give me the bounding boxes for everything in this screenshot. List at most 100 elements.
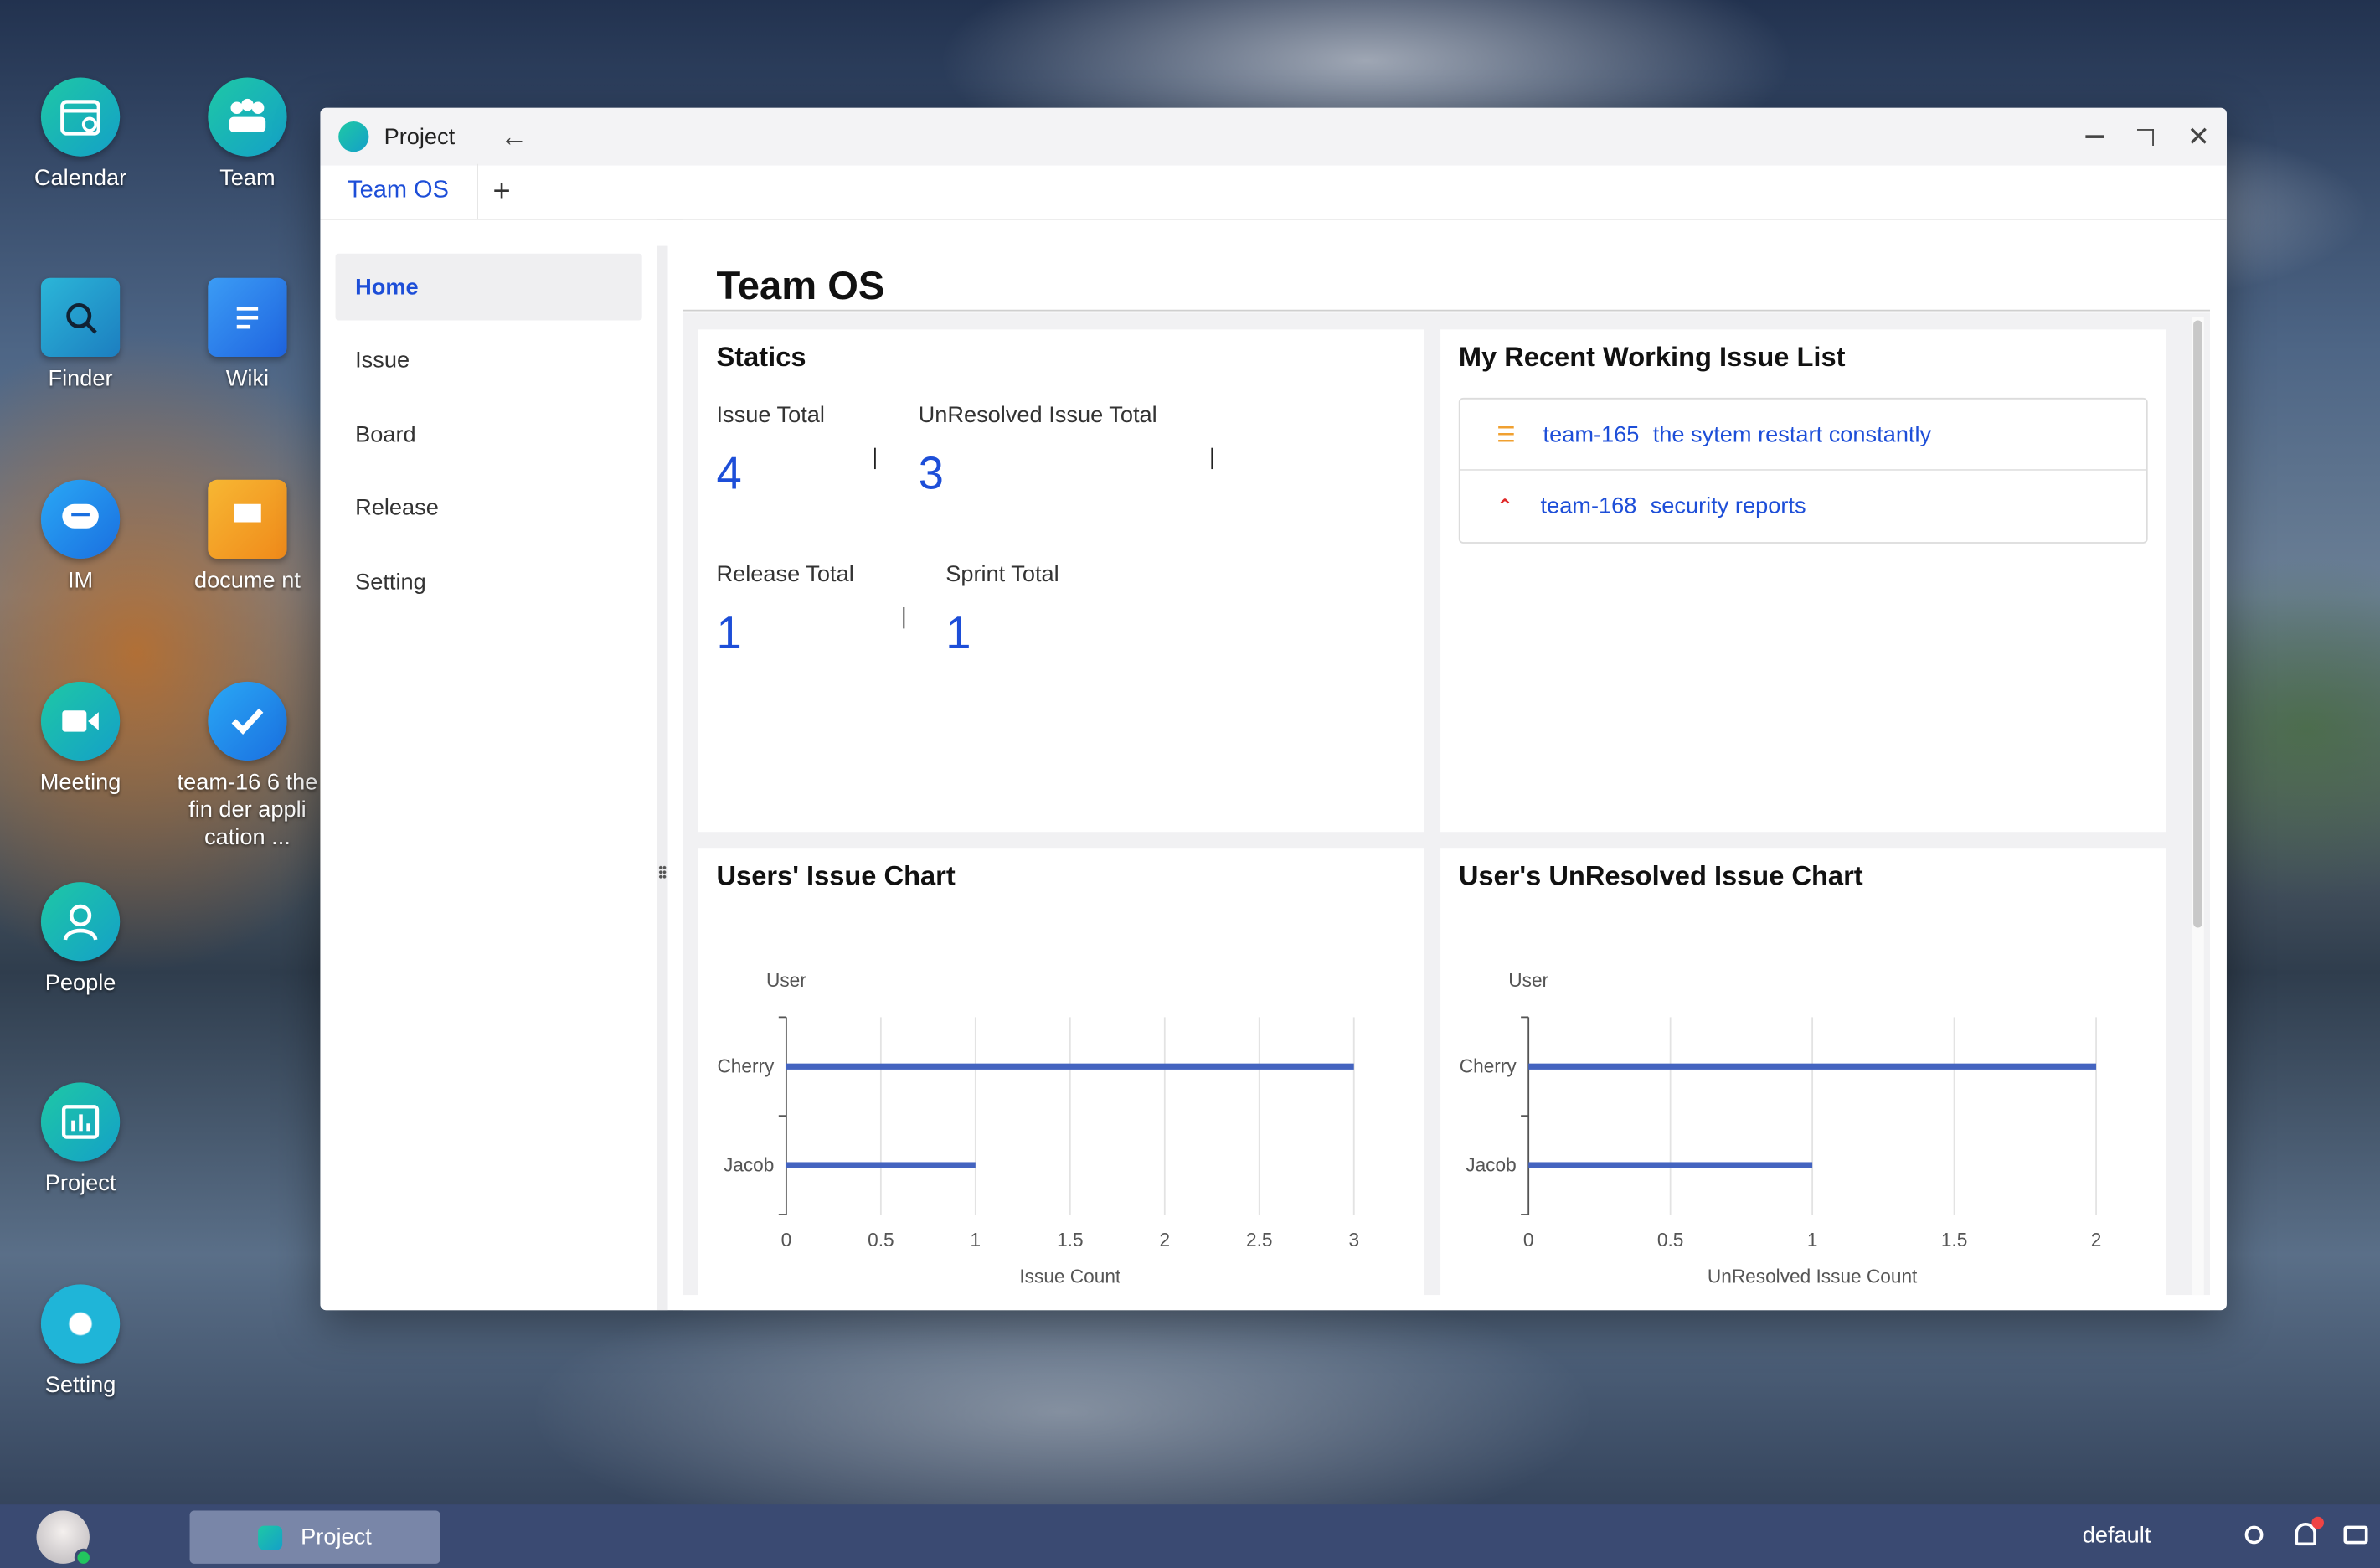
list-icon: ☰ <box>1497 420 1516 446</box>
x-tick-label: 1 <box>971 1229 981 1251</box>
issue-total-label: Issue Total <box>716 402 825 429</box>
desktop-icon-project[interactable]: Project <box>4 1082 156 1198</box>
sidebar-item-release[interactable]: Release <box>336 474 642 541</box>
title-divider <box>683 309 2210 312</box>
x-tick-label: 1 <box>1807 1229 1818 1251</box>
sidebar-item-setting[interactable]: Setting <box>336 548 642 615</box>
window-titlebar[interactable]: Project ← ✕ <box>320 107 2227 166</box>
desktop-icon-task[interactable]: team-16 6 the fin der appli cation ... <box>172 681 323 852</box>
issue-list-item[interactable]: ⌃ team-168 security reports <box>1460 471 2146 542</box>
desktop-icon-wiki[interactable]: Wiki <box>172 277 323 394</box>
sidebar-item-board[interactable]: Board <box>336 401 642 468</box>
sidebar-item-issue[interactable]: Issue <box>336 328 642 395</box>
scrollbar[interactable] <box>2192 317 2204 1296</box>
video-icon[interactable] <box>2343 1525 2368 1545</box>
statics-title: Statics <box>716 341 806 373</box>
minimize-icon[interactable] <box>2085 135 2104 138</box>
team-icon <box>208 77 287 157</box>
x-tick-label: 3 <box>1348 1229 1359 1251</box>
finder-icon <box>40 277 121 357</box>
bar <box>1528 1162 1813 1168</box>
unresolved-total-label: UnResolved Issue Total <box>918 402 1157 429</box>
x-tick-label: 0 <box>781 1229 792 1251</box>
issue-total-value[interactable]: 4 <box>717 450 825 502</box>
desktop-icon-im[interactable]: IM <box>4 479 156 596</box>
desktop-icon-setting[interactable]: Setting <box>4 1284 156 1400</box>
wiki-icon <box>208 277 287 357</box>
desktop-icon-label: team-16 6 the fin der appli cation ... <box>177 769 318 850</box>
window-title: Project <box>384 123 456 150</box>
users-issue-chart: User 0 0.5 1 1.5 2 2.5 3 Cherry Jacob Issue Count <box>717 969 1359 1287</box>
stat-divider <box>874 447 876 470</box>
scrollbar-thumb[interactable] <box>2193 320 2202 928</box>
issue-summary: security reports <box>1650 493 1806 519</box>
desktop-icon-people[interactable]: People <box>4 882 156 998</box>
taskbar: Project default <box>0 1504 2380 1568</box>
desktop-icon-label: Finder <box>48 365 113 392</box>
tab-team-os[interactable]: Team OS <box>320 163 478 219</box>
release-total-value[interactable]: 1 <box>717 609 854 661</box>
tab-bar: Team OS + <box>320 163 2227 220</box>
desktop-icon-team[interactable]: Team <box>172 77 323 193</box>
x-tick-label: 2 <box>2091 1229 2102 1251</box>
desktop-icon-label: IM <box>67 567 94 594</box>
main-content: Team OS Statics Issue Total 4 UnResolved… <box>683 219 2210 1311</box>
close-icon[interactable]: ✕ <box>2187 121 2210 152</box>
issue-list-item[interactable]: ☰ team-165 the sytem restart constantly <box>1460 400 2146 471</box>
task-icon <box>208 681 287 761</box>
online-status-dot <box>74 1548 93 1567</box>
desktop-icon-label: Project <box>44 1170 116 1197</box>
desktop-icon-document[interactable]: docume nt <box>172 479 323 596</box>
x-tick-label: 2 <box>1159 1229 1170 1251</box>
release-total-stat: Release Total 1 <box>717 562 854 661</box>
issue-list: ☰ team-165 the sytem restart constantly … <box>1458 397 2148 544</box>
desktop-icon-label: Wiki <box>225 365 270 392</box>
desktop-icon-label: Setting <box>44 1372 116 1399</box>
drag-handle-icon <box>658 865 667 879</box>
notification-bell-icon[interactable] <box>2295 1516 2324 1546</box>
sprint-total-label: Sprint Total <box>945 561 1059 588</box>
gear-icon <box>40 1284 121 1364</box>
x-axis-title: UnResolved Issue Count <box>1708 1266 1918 1287</box>
chat-icon <box>40 479 121 559</box>
project-icon <box>258 1524 283 1550</box>
project-icon <box>40 1082 121 1162</box>
desktop-icon-calendar[interactable]: Calendar <box>4 77 156 193</box>
folder-icon <box>208 479 287 559</box>
x-tick-label: 0 <box>1523 1229 1534 1251</box>
bar <box>786 1162 976 1168</box>
desktop-icon-label: Calendar <box>33 165 127 192</box>
sprint-total-value[interactable]: 1 <box>945 609 1059 661</box>
taskbar-app-project[interactable]: Project <box>189 1510 440 1564</box>
y-axis-title: User <box>766 969 806 991</box>
maximize-icon[interactable] <box>2136 128 2154 146</box>
y-tick-label: Cherry <box>717 1055 775 1077</box>
sidebar-resize-handle[interactable] <box>657 245 668 1311</box>
avatar[interactable] <box>36 1510 93 1567</box>
issue-total-stat: Issue Total 4 <box>717 402 825 501</box>
desktop-icon-label: docume nt <box>193 567 301 594</box>
add-tab-button[interactable]: + <box>477 164 525 219</box>
desktop-icon-label: People <box>44 970 116 996</box>
page-title: Team OS <box>716 262 885 308</box>
desktop-icon-finder[interactable]: Finder <box>4 277 156 394</box>
sprint-total-stat: Sprint Total 1 <box>945 562 1059 661</box>
calendar-icon <box>40 77 121 157</box>
sidebar-item-home[interactable]: Home <box>335 253 642 321</box>
workspace-label[interactable]: default <box>2083 1523 2151 1549</box>
x-tick-label: 2.5 <box>1246 1229 1272 1251</box>
back-arrow-icon[interactable]: ← <box>501 121 528 152</box>
y-tick-label: Jacob <box>1466 1153 1516 1175</box>
x-tick-label: 0.5 <box>868 1229 894 1251</box>
project-window: Project ← ✕ Team OS + Home Issue Board R… <box>320 107 2227 1311</box>
notification-badge <box>2311 1516 2324 1529</box>
search-icon[interactable] <box>2244 1525 2264 1545</box>
sidebar: Home Issue Board Release Setting <box>320 219 657 1311</box>
stat-divider <box>1211 447 1213 470</box>
x-axis-title: Issue Count <box>1019 1266 1121 1287</box>
stat-divider <box>903 607 905 629</box>
dashboard-area: Statics Issue Total 4 UnResolved Issue T… <box>683 312 2210 1304</box>
desktop-icon-meeting[interactable]: Meeting <box>4 681 156 797</box>
recent-issues-title: My Recent Working Issue List <box>1458 341 1846 373</box>
unresolved-total-value[interactable]: 3 <box>919 450 1157 502</box>
